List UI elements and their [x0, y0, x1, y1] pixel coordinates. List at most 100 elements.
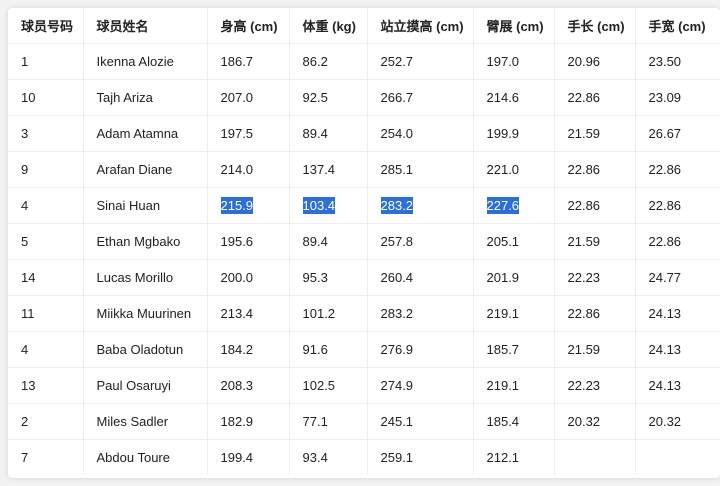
table-cell[interactable]: 20.32 [635, 403, 720, 440]
table-cell[interactable]: 4 [8, 187, 84, 224]
table-cell[interactable]: 186.7 [207, 43, 290, 80]
table-cell[interactable]: 14 [8, 259, 84, 296]
table-cell[interactable]: 137.4 [289, 151, 368, 188]
table-cell[interactable]: 89.4 [289, 115, 368, 152]
table-cell[interactable]: 23.09 [635, 79, 720, 116]
table-cell[interactable]: 91.6 [289, 331, 368, 368]
table-cell[interactable]: Lucas Morillo [83, 259, 208, 296]
table-cell[interactable]: Abdou Toure [83, 439, 208, 475]
table-cell[interactable]: 274.9 [367, 367, 474, 404]
table-cell[interactable]: 21.59 [554, 331, 636, 368]
table-cell[interactable]: 92.5 [289, 79, 368, 116]
table-row[interactable]: 3 Adam Atamna 197.5 89.4 254.0 199.9 21.59 26.6… [8, 115, 720, 152]
table-cell[interactable]: 22.86 [635, 187, 720, 224]
table-cell[interactable]: 266.7 [367, 79, 474, 116]
table-cell[interactable]: 89.4 [289, 223, 368, 260]
table-cell[interactable]: 219.1 [473, 295, 555, 332]
table-cell[interactable]: 22.86 [635, 151, 720, 188]
table-cell[interactable]: Arafan Diane [83, 151, 208, 188]
table-row[interactable]: 11 Miikka Muurinen 213.4 101.2 283.2 219.1 22.… [8, 295, 720, 332]
header-hand-width[interactable]: 手宽 (cm) [635, 8, 720, 44]
table-cell[interactable]: 197.0 [473, 43, 555, 80]
table-cell[interactable]: 24.13 [635, 295, 720, 332]
table-cell[interactable]: 3 [8, 115, 84, 152]
table-cell[interactable]: 276.9 [367, 331, 474, 368]
table-row[interactable]: 10 Tajh Ariza 207.0 92.5 266.7 214.6 22.86 23.0… [8, 79, 720, 116]
table-cell[interactable]: Miikka Muurinen [83, 295, 208, 332]
table-cell[interactable]: 201.9 [473, 259, 555, 296]
table-cell[interactable]: 22.86 [554, 295, 636, 332]
table-cell[interactable]: 21.59 [554, 115, 636, 152]
table-cell[interactable]: 5 [8, 223, 84, 260]
table-cell[interactable]: 103.4 [289, 187, 368, 224]
header-player-name[interactable]: 球员姓名 [83, 8, 208, 44]
table-cell[interactable] [635, 440, 720, 476]
table-cell[interactable]: 13 [8, 367, 84, 404]
table-cell[interactable]: 285.1 [367, 151, 474, 188]
table-cell[interactable]: 257.8 [367, 223, 474, 260]
table-cell[interactable]: 214.0 [207, 151, 290, 188]
table-cell[interactable]: 24.13 [635, 331, 720, 368]
table-cell[interactable]: 11 [8, 295, 84, 332]
table-cell[interactable]: Tajh Ariza [83, 79, 208, 116]
table-row[interactable]: 1 Ikenna Alozie 186.7 86.2 252.7 197.0 20.96 23… [8, 43, 720, 80]
table-cell[interactable]: Sinai Huan [83, 187, 208, 224]
table-cell[interactable]: 22.86 [554, 79, 636, 116]
table-row[interactable]: 7 Abdou Toure 199.4 93.4 259.1 212.1 [8, 439, 720, 476]
table-cell[interactable]: 9 [8, 151, 84, 188]
header-weight[interactable]: 体重 (kg) [289, 8, 368, 44]
header-standing-reach[interactable]: 站立摸高 (cm) [367, 8, 474, 44]
table-cell[interactable]: 102.5 [289, 367, 368, 404]
table-cell[interactable]: Baba Oladotun [83, 331, 208, 368]
table-row[interactable]: 14 Lucas Morillo 200.0 95.3 260.4 201.9 22.23 2… [8, 259, 720, 296]
table-cell[interactable]: 252.7 [367, 43, 474, 80]
table-cell[interactable]: 21.59 [554, 223, 636, 260]
table-row[interactable]: 13 Paul Osaruyi 208.3 102.5 274.9 219.1 22.23 2… [8, 367, 720, 404]
table-cell[interactable]: 254.0 [367, 115, 474, 152]
table-cell[interactable]: Paul Osaruyi [83, 367, 208, 404]
table-cell[interactable]: 259.1 [367, 439, 474, 475]
table-cell[interactable]: 197.5 [207, 115, 290, 152]
table-cell[interactable]: 212.1 [473, 439, 555, 475]
table-cell[interactable]: 26.67 [635, 115, 720, 152]
table-cell[interactable]: 221.0 [473, 151, 555, 188]
table-cell[interactable]: 77.1 [289, 403, 368, 440]
table-cell[interactable]: 22.86 [554, 151, 636, 188]
table-row[interactable]: 4 Baba Oladotun 184.2 91.6 276.9 185.7 21.59 24… [8, 331, 720, 368]
table-cell[interactable]: 205.1 [473, 223, 555, 260]
table-cell[interactable]: 2 [8, 403, 84, 440]
table-cell[interactable]: 214.6 [473, 79, 555, 116]
table-cell[interactable]: 219.1 [473, 367, 555, 404]
table-cell[interactable]: 23.50 [635, 43, 720, 80]
table-cell[interactable]: 22.86 [554, 187, 636, 224]
table-row[interactable]: 2 Miles Sadler 182.9 77.1 245.1 185.4 20.32 20.… [8, 403, 720, 440]
table-cell[interactable]: 24.77 [635, 259, 720, 296]
table-cell[interactable]: 22.86 [635, 223, 720, 260]
table-cell[interactable]: 86.2 [289, 43, 368, 80]
table-cell[interactable]: 208.3 [207, 367, 290, 404]
table-cell[interactable]: 95.3 [289, 259, 368, 296]
table-cell[interactable]: 20.32 [554, 403, 636, 440]
table-cell[interactable]: 207.0 [207, 79, 290, 116]
table-cell[interactable]: 283.2 [367, 187, 474, 224]
table-row[interactable]: 4 Sinai Huan 215.9 103.4 283.2 227.6 22.86 22.8… [8, 187, 720, 224]
table-cell[interactable]: 199.4 [207, 439, 290, 475]
table-cell[interactable]: 4 [8, 331, 84, 368]
table-cell[interactable]: 24.13 [635, 367, 720, 404]
table-cell[interactable]: 185.7 [473, 331, 555, 368]
table-cell[interactable]: 101.2 [289, 295, 368, 332]
table-cell[interactable]: 227.6 [473, 187, 555, 224]
header-player-number[interactable]: 球员号码 [8, 8, 84, 44]
table-cell[interactable]: 213.4 [207, 295, 290, 332]
table-cell[interactable]: Miles Sadler [83, 403, 208, 440]
table-cell[interactable]: 199.9 [473, 115, 555, 152]
table-cell[interactable]: Ikenna Alozie [83, 43, 208, 80]
table-cell[interactable]: 185.4 [473, 403, 555, 440]
table-cell[interactable]: 283.2 [367, 295, 474, 332]
table-cell[interactable]: 22.23 [554, 367, 636, 404]
header-height[interactable]: 身高 (cm) [207, 8, 290, 44]
header-wingspan[interactable]: 臂展 (cm) [473, 8, 555, 44]
header-hand-length[interactable]: 手长 (cm) [554, 8, 636, 44]
table-cell[interactable]: 184.2 [207, 331, 290, 368]
table-cell[interactable] [554, 439, 636, 475]
